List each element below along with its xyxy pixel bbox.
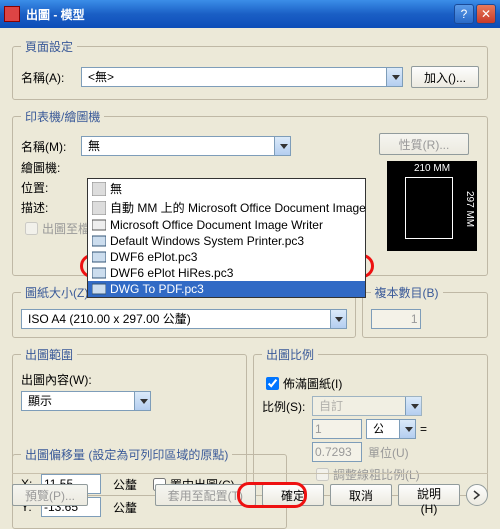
- apply-layout-button: 套用至配置(T): [155, 484, 256, 506]
- plot-to-file-label: 出圖至檔: [42, 220, 90, 237]
- printer-icon: [92, 218, 106, 232]
- window-title: 出圖 - 模型: [26, 6, 452, 23]
- dd-item-dwg-to-pdf[interactable]: DWG To PDF.pc3: [88, 281, 365, 297]
- plotter-icon: [92, 234, 106, 248]
- printer-legend: 印表機/繪圖機: [21, 108, 104, 125]
- dd-item-dwf6-hires[interactable]: DWF6 ePlot HiRes.pc3: [88, 265, 365, 281]
- help-button[interactable]: ?: [454, 4, 474, 24]
- close-button[interactable]: ✕: [476, 4, 496, 24]
- page-setup-group: 頁面設定 名稱(A): <無> 加入()...: [12, 38, 488, 100]
- ratio-label: 比例(S):: [262, 398, 312, 415]
- scale-val2: [312, 442, 362, 462]
- plot-content-label: 出圖內容(W):: [21, 371, 238, 388]
- cancel-button[interactable]: 取消: [330, 484, 392, 506]
- ok-button[interactable]: 確定: [262, 484, 324, 506]
- dd-item-auto-mm[interactable]: 自動 MM 上的 Microsoft Office Document Image…: [88, 198, 365, 217]
- title-bar: 出圖 - 模型 ? ✕: [0, 0, 500, 28]
- dd-item-ms-image[interactable]: Microsoft Office Document Image Writer: [88, 217, 365, 233]
- plot-content-select[interactable]: 顯示: [21, 391, 151, 411]
- location-label: 位置:: [21, 179, 81, 196]
- page-setup-legend: 頁面設定: [21, 38, 77, 55]
- fit-paper-checkbox[interactable]: [266, 377, 279, 390]
- ratio-select: 自訂: [312, 396, 422, 416]
- dialog-footer: 預覽(P)... 套用至配置(T) 確定 取消 說明(H): [12, 473, 488, 506]
- desc-label: 描述:: [21, 199, 81, 216]
- name-m-label: 名稱(M):: [21, 138, 81, 155]
- offset-legend: 出圖偏移量 (設定為可列印區域的原點): [21, 446, 232, 463]
- preview-height-label: 297 MM: [464, 191, 475, 227]
- name-a-select[interactable]: <無>: [81, 67, 403, 87]
- scale-unit-select[interactable]: 公釐: [366, 419, 416, 439]
- eq-sign: =: [420, 422, 427, 436]
- quality-button: 性質(R)...: [379, 133, 469, 155]
- preview-width-label: 210 MM: [387, 163, 477, 174]
- copies-input: [371, 309, 421, 329]
- plotter-icon: [92, 250, 106, 264]
- expand-button[interactable]: [466, 484, 488, 506]
- add-button[interactable]: 加入()...: [411, 66, 479, 88]
- copies-group: 複本數目(B): [362, 284, 489, 338]
- dd-item-none[interactable]: 無: [88, 179, 365, 198]
- unit2-label: 單位(U): [368, 444, 409, 461]
- chevron-right-icon: [472, 490, 482, 500]
- plotter-icon: [92, 266, 106, 280]
- name-a-label: 名稱(A):: [21, 69, 81, 86]
- plot-to-file-checkbox: [25, 222, 38, 235]
- dd-item-dwf6[interactable]: DWF6 ePlot.pc3: [88, 249, 365, 265]
- plot-area-legend: 出圖範圍: [21, 346, 77, 363]
- paper-size-legend: 圖紙大小(Z): [21, 284, 92, 301]
- plot-scale-legend: 出圖比例: [262, 346, 318, 363]
- name-m-select[interactable]: 無: [81, 136, 291, 156]
- help-dialog-button[interactable]: 說明(H): [398, 484, 460, 506]
- app-icon: [4, 6, 20, 22]
- scale-val1: [312, 419, 362, 439]
- paper-preview: 210 MM 297 MM: [387, 161, 477, 251]
- dd-item-default-printer[interactable]: Default Windows System Printer.pc3: [88, 233, 365, 249]
- fit-paper-label: 佈滿圖紙(I): [283, 375, 342, 392]
- plotter-label: 繪圖機:: [21, 159, 81, 176]
- printer-dropdown-list[interactable]: 無 自動 MM 上的 Microsoft Office Document Ima…: [87, 178, 366, 298]
- preview-button: 預覽(P)...: [12, 484, 88, 506]
- plotter-icon: [92, 282, 106, 296]
- paper-size-select[interactable]: ISO A4 (210.00 x 297.00 公釐): [21, 309, 347, 329]
- copies-legend: 複本數目(B): [371, 284, 443, 301]
